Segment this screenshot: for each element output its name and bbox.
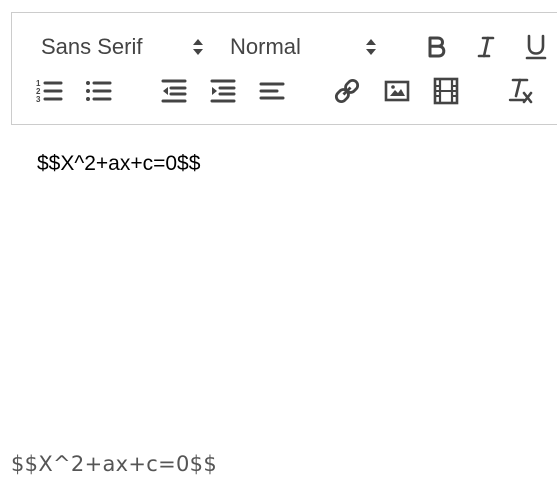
indent-icon <box>210 79 236 103</box>
svg-text:3: 3 <box>36 95 41 104</box>
font-size-label: Normal <box>230 34 301 59</box>
video-button[interactable] <box>432 77 460 105</box>
image-icon <box>384 80 410 102</box>
video-icon <box>433 77 459 105</box>
clear-format-icon <box>508 78 533 104</box>
align-left-icon <box>259 82 285 100</box>
ordered-list-icon: 1 2 3 <box>36 79 63 104</box>
italic-icon <box>477 36 495 58</box>
bold-icon <box>428 36 446 58</box>
underline-icon <box>525 34 547 60</box>
updown-arrows-icon <box>193 39 203 55</box>
indent-button[interactable] <box>209 77 237 105</box>
outdent-icon <box>161 79 187 103</box>
ordered-list-button[interactable]: 1 2 3 <box>35 77 63 105</box>
bullet-list-button[interactable] <box>84 77 112 105</box>
font-family-label: Sans Serif <box>41 34 143 59</box>
link-button[interactable] <box>333 77 361 105</box>
bullet-list-icon <box>86 81 112 101</box>
font-family-picker[interactable]: Sans Serif <box>41 33 211 61</box>
updown-arrows-icon <box>366 39 376 55</box>
outdent-button[interactable] <box>160 77 188 105</box>
link-icon <box>334 78 360 104</box>
editor-area[interactable]: $$X^2+ax+c=0$$ <box>11 125 557 435</box>
editor-toolbar: Sans Serif Normal 1 2 3 <box>11 12 557 125</box>
editor-content[interactable]: $$X^2+ax+c=0$$ <box>37 152 200 176</box>
clear-format-button[interactable] <box>507 77 535 105</box>
font-size-picker[interactable]: Normal <box>230 33 380 61</box>
image-button[interactable] <box>383 77 411 105</box>
underline-button[interactable] <box>522 33 550 61</box>
math-preview: $$X^2+ax+c=0$$ <box>11 452 217 476</box>
italic-button[interactable] <box>472 33 500 61</box>
bold-button[interactable] <box>422 33 450 61</box>
align-button[interactable] <box>258 77 286 105</box>
